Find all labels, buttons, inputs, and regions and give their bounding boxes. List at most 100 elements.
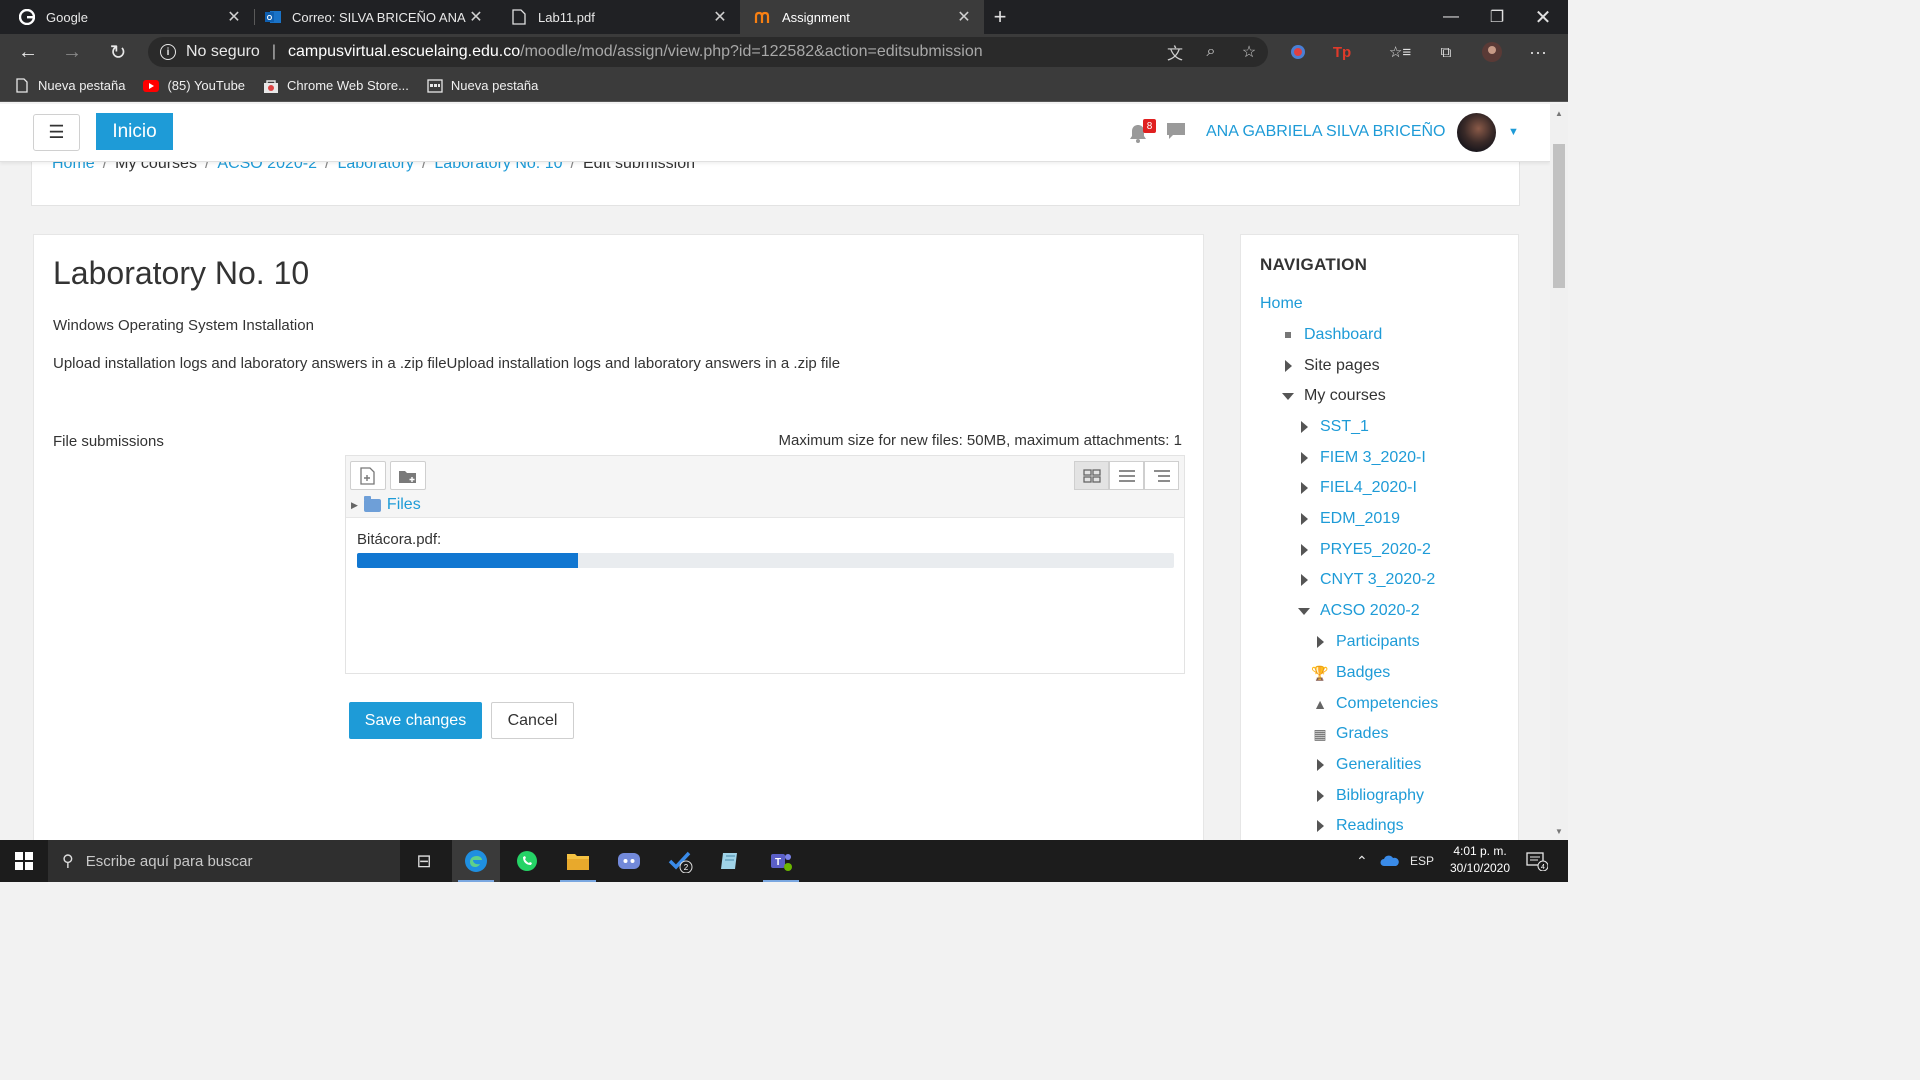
nav-item-generalities[interactable]: Generalities [1313, 756, 1421, 774]
notes-app-icon[interactable] [706, 840, 754, 882]
tp-extension-icon[interactable]: Tp [1330, 40, 1354, 64]
nav-item-label[interactable]: Participants [1336, 633, 1420, 651]
expand-arrow-icon[interactable]: ▶ [351, 500, 358, 511]
bookmark-youtube[interactable]: (85) YouTube [143, 78, 245, 94]
cancel-button[interactable]: Cancel [491, 702, 574, 739]
tab-lab11-pdf[interactable]: Lab11.pdf ✕ [496, 0, 740, 34]
nav-item-label[interactable]: FIEL4_2020-I [1320, 479, 1417, 497]
close-icon[interactable]: ✕ [956, 7, 972, 27]
todo-icon[interactable]: 2 [656, 840, 704, 882]
caret-right-icon[interactable] [1313, 820, 1327, 832]
files-folder-row[interactable]: ▶ Files [351, 495, 421, 514]
nav-item-label[interactable]: PRYE5_2020-2 [1320, 541, 1431, 559]
page-scrollbar[interactable]: ▲ ▼ [1550, 104, 1568, 840]
nav-item-label[interactable]: EDM_2019 [1320, 510, 1400, 528]
nav-item-badges[interactable]: 🏆 Badges [1311, 664, 1390, 682]
nav-item-label[interactable]: Badges [1336, 664, 1390, 682]
window-close-icon[interactable]: ✕ [1520, 0, 1566, 34]
scroll-down-icon[interactable]: ▼ [1550, 824, 1568, 838]
edge-icon[interactable] [452, 840, 500, 882]
url-field[interactable]: i No seguro | campusvirtual.escuelaing.e… [148, 37, 1268, 67]
close-icon[interactable]: ✕ [468, 7, 484, 27]
nav-item-fiem-3-2020-i[interactable]: FIEM 3_2020-I [1297, 449, 1426, 467]
menu-toggle-button[interactable]: ☰ [33, 114, 80, 151]
favorite-star-icon[interactable]: ☆ [1238, 41, 1260, 63]
view-icons-button[interactable] [1074, 461, 1109, 490]
nav-item-home[interactable]: Home [1260, 295, 1303, 313]
files-folder-label[interactable]: Files [387, 496, 421, 514]
discord-icon[interactable] [605, 840, 653, 882]
nav-item-bibliography[interactable]: Bibliography [1313, 787, 1424, 805]
nav-item-label[interactable]: FIEM 3_2020-I [1320, 449, 1426, 467]
caret-right-icon[interactable] [1313, 759, 1327, 771]
view-list-button[interactable] [1109, 461, 1144, 490]
more-options-icon[interactable]: ··· [1526, 40, 1550, 64]
create-folder-button[interactable] [390, 461, 426, 490]
security-label[interactable]: No seguro [186, 43, 260, 61]
caret-right-icon[interactable] [1297, 544, 1311, 556]
tab-assignment[interactable]: Assignment ✕ [740, 0, 984, 34]
forward-icon[interactable]: → [58, 38, 86, 66]
nav-item-label[interactable]: ACSO 2020-2 [1320, 602, 1420, 620]
extension-icon[interactable] [1286, 40, 1310, 64]
language-indicator[interactable]: ESP [1410, 840, 1434, 882]
caret-right-icon[interactable] [1297, 574, 1311, 586]
view-tree-button[interactable] [1144, 461, 1179, 490]
nav-item-label[interactable]: Bibliography [1336, 787, 1424, 805]
tab-outlook[interactable]: O Correo: SILVA BRICEÑO ANA GA ✕ [250, 0, 496, 34]
zoom-icon[interactable]: ⌕ [1200, 41, 1222, 63]
bookmark-new-tab-2[interactable]: Nueva pestaña [427, 78, 538, 94]
new-tab-icon[interactable]: + [988, 0, 1012, 34]
file-explorer-icon[interactable] [554, 840, 602, 882]
nav-item-sst-1[interactable]: SST_1 [1297, 418, 1369, 436]
nav-item-label[interactable]: Home [1260, 295, 1303, 313]
caret-right-icon[interactable] [1297, 482, 1311, 494]
save-changes-button[interactable]: Save changes [349, 702, 482, 739]
caret-right-icon[interactable] [1313, 636, 1327, 648]
nav-item-grades[interactable]: ▦ Grades [1313, 725, 1388, 743]
caret-right-icon[interactable] [1297, 452, 1311, 464]
caret-down-icon[interactable] [1297, 608, 1311, 615]
restore-icon[interactable]: ❐ [1474, 0, 1520, 34]
nav-item-dashboard[interactable]: Dashboard [1281, 326, 1382, 344]
nav-item-label[interactable]: Readings [1336, 817, 1404, 835]
whatsapp-icon[interactable] [503, 840, 551, 882]
user-avatar[interactable] [1457, 113, 1496, 152]
start-button[interactable] [0, 840, 48, 882]
bookmark-new-tab[interactable]: Nueva pestaña [14, 78, 125, 94]
taskbar-search[interactable]: ⚲ Escribe aquí para buscar [48, 840, 400, 882]
collections-icon[interactable]: ⧉ [1434, 40, 1458, 64]
caret-right-icon[interactable] [1297, 513, 1311, 525]
refresh-icon[interactable]: ↻ [104, 38, 132, 66]
nav-item-label[interactable]: CNYT 3_2020-2 [1320, 571, 1435, 589]
minimize-icon[interactable]: — [1428, 0, 1474, 34]
action-center-icon[interactable]: 4 [1526, 840, 1548, 882]
nav-item-edm-2019[interactable]: EDM_2019 [1297, 510, 1400, 528]
nav-item-my-courses[interactable]: My courses [1281, 387, 1386, 405]
scroll-up-icon[interactable]: ▲ [1550, 106, 1568, 120]
show-hidden-icons[interactable]: ⌃ [1356, 840, 1368, 882]
onedrive-icon[interactable] [1380, 840, 1400, 882]
teams-icon[interactable]: T [757, 840, 805, 882]
nav-item-label[interactable]: SST_1 [1320, 418, 1369, 436]
nav-item-site-pages[interactable]: Site pages [1281, 357, 1380, 375]
caret-right-icon[interactable] [1281, 360, 1295, 372]
close-icon[interactable]: ✕ [712, 7, 728, 27]
nav-item-prye5-2020-2[interactable]: PRYE5_2020-2 [1297, 541, 1431, 559]
nav-item-label[interactable]: Competencies [1336, 695, 1438, 713]
nav-item-label[interactable]: Dashboard [1304, 326, 1382, 344]
nav-item-label[interactable]: Generalities [1336, 756, 1421, 774]
user-name[interactable]: ANA GABRIELA SILVA BRICEÑO [1206, 123, 1446, 141]
nav-item-cnyt-3-2020-2[interactable]: CNYT 3_2020-2 [1297, 571, 1435, 589]
caret-right-icon[interactable] [1297, 421, 1311, 433]
task-view-icon[interactable]: ⊟ [400, 840, 448, 882]
caret-right-icon[interactable] [1313, 790, 1327, 802]
translate-icon[interactable]: ⽂ [1164, 41, 1186, 63]
chevron-down-icon[interactable]: ▼ [1508, 126, 1519, 138]
bookmark-chrome-web-store[interactable]: Chrome Web Store... [263, 78, 409, 94]
caret-down-icon[interactable] [1281, 393, 1295, 400]
home-button[interactable]: Inicio [96, 113, 173, 150]
nav-item-readings[interactable]: Readings [1313, 817, 1404, 835]
nav-item-competencies[interactable]: ▲ Competencies [1313, 695, 1438, 713]
add-file-button[interactable] [350, 461, 386, 490]
